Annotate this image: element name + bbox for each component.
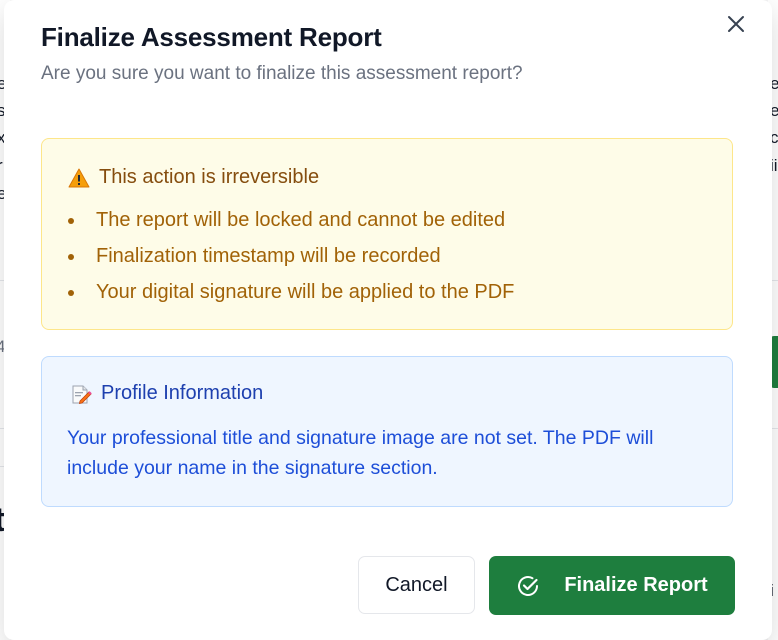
irreversible-warning-box: This action is irreversible The report w… [41, 138, 733, 330]
finalize-report-label: Finalize Report [564, 574, 708, 596]
dialog-title: Finalize Assessment Report [41, 22, 382, 52]
warning-list-item: The report will be locked and cannot be … [68, 205, 514, 241]
warning-triangle-icon [68, 168, 90, 187]
warning-heading: This action is irreversible [68, 166, 319, 189]
warning-heading-text: This action is irreversible [99, 166, 320, 188]
cancel-button[interactable]: Cancel [358, 556, 475, 614]
finalize-report-button[interactable]: Finalize Report [489, 556, 735, 615]
profile-info-heading: Profile Information [70, 382, 263, 405]
finalize-dialog: Finalize Assessment Report Are you sure … [4, 0, 772, 640]
warning-list-item: Your digital signature will be applied t… [68, 277, 514, 313]
background-text-fragment: r [0, 155, 3, 177]
warning-list-item: Finalization timestamp will be recorded [68, 241, 514, 277]
close-button[interactable] [724, 12, 748, 36]
background-text-fragment: i [0, 580, 1, 602]
profile-info-text: Your professional title and signature im… [67, 427, 654, 479]
warning-list: The report will be locked and cannot be … [68, 205, 514, 313]
profile-info-box: Profile Information Your professional ti… [41, 356, 733, 507]
profile-info-heading-text: Profile Information [101, 382, 264, 404]
memo-icon [72, 385, 92, 404]
close-icon [728, 16, 744, 32]
check-circle-icon [518, 575, 539, 596]
dialog-subtitle: Are you sure you want to finalize this a… [41, 63, 523, 84]
